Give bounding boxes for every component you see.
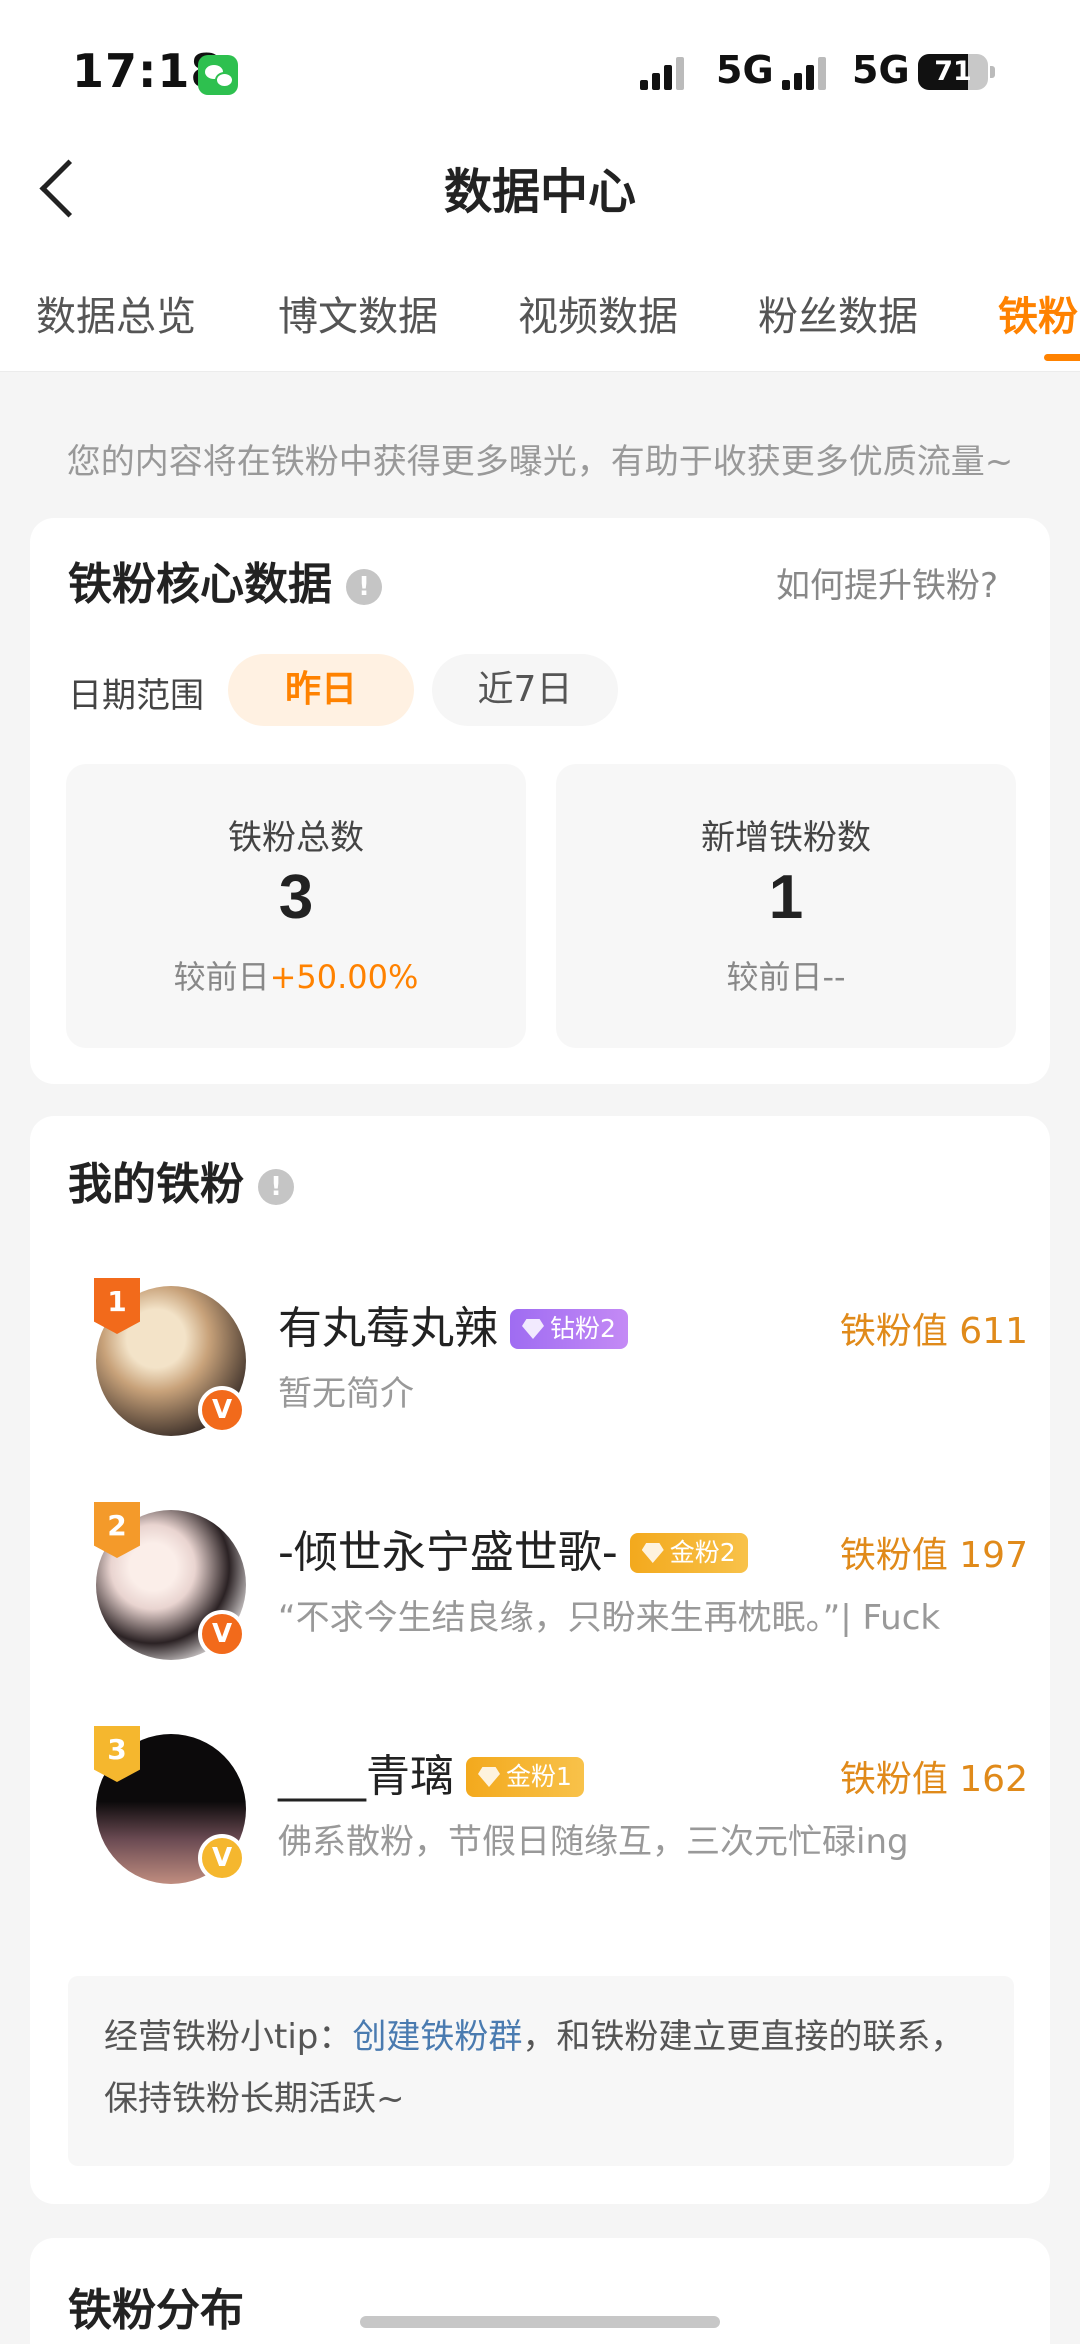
fan-tip: 经营铁粉小tip：创建铁粉群，和铁粉建立更直接的联系，保持铁粉长期活跃~: [68, 1976, 1014, 2166]
stat-total-fans: 铁粉总数 3 较前日+50.00%: [66, 764, 526, 1048]
tab-videos[interactable]: 视频数据: [518, 284, 678, 342]
tab-iron-fans[interactable]: 铁粉: [998, 284, 1078, 342]
tab-fans[interactable]: 粉丝数据: [758, 284, 918, 342]
range-7days[interactable]: 近7日: [432, 654, 618, 726]
tab-bar: 数据总览 博文数据 视频数据 粉丝数据 铁粉: [0, 278, 1080, 372]
wechat-notification-icon: [198, 55, 238, 95]
fan-name[interactable]: 有丸莓丸辣 钻粉2: [278, 1292, 628, 1356]
exposure-hint: 您的内容将在铁粉中获得更多曝光，有助于收获更多优质流量~: [66, 442, 1014, 482]
status-bar: 17:18 5G 5G 71: [0, 0, 1080, 150]
fan-bio: “不求今生结良缘，只盼来生再枕眠。”| Fuck: [278, 1598, 941, 1638]
my-fans-title: 我的铁粉!: [68, 1148, 294, 1212]
signal-icon: [782, 56, 826, 90]
home-indicator[interactable]: [360, 2316, 720, 2328]
date-range-label: 日期范围: [68, 676, 204, 716]
verified-badge-icon: V: [198, 1610, 246, 1658]
stat-compare: 较前日--: [726, 958, 846, 996]
create-fan-group-link[interactable]: 创建铁粉群: [352, 2017, 522, 2057]
fan-value: 铁粉值 197: [839, 1535, 1028, 1576]
fan-bio: 暂无简介: [278, 1374, 414, 1414]
diamond-icon: [522, 1319, 544, 1339]
network-label: 5G: [852, 48, 910, 92]
header-area: 17:18 5G 5G 71 数据中心 数据总览 博文数据 视频数据 粉丝数据 …: [0, 0, 1080, 372]
gold-gem-icon: [478, 1767, 500, 1787]
fan-distribution-title: 铁粉分布: [68, 2285, 244, 2336]
network-label: 5G: [716, 48, 774, 92]
fan-name[interactable]: ____青璃 金粉1: [278, 1740, 584, 1804]
page-title: 数据中心: [443, 164, 636, 220]
stat-label: 铁粉总数: [228, 818, 364, 858]
info-icon[interactable]: !: [346, 569, 382, 605]
gold-gem-icon: [641, 1543, 664, 1563]
verified-badge-icon: V: [198, 1386, 246, 1434]
stat-compare: 较前日+50.00%: [173, 958, 419, 996]
battery-icon: 71: [918, 54, 988, 90]
active-tab-indicator: [1044, 354, 1080, 361]
tab-posts[interactable]: 博文数据: [278, 284, 438, 342]
battery-tip: [990, 66, 995, 78]
fan-list-item[interactable]: 2 V -倾世永宁盛世歌- 金粉2 铁粉值 197 “不求今生结良缘，只盼来生再枕…: [68, 1496, 1028, 1666]
tab-overview[interactable]: 数据总览: [36, 284, 196, 342]
fan-bio: 佛系散粉，节假日随缘互，三次元忙碌ing: [278, 1822, 909, 1862]
signal-icon: [640, 56, 684, 90]
info-icon[interactable]: !: [258, 1169, 294, 1205]
core-data-title: 铁粉核心数据!: [68, 548, 382, 612]
stat-value: 1: [768, 863, 804, 932]
fan-name[interactable]: -倾世永宁盛世歌- 金粉2: [278, 1516, 748, 1580]
battery-level: 71: [934, 56, 972, 87]
stat-new-fans: 新增铁粉数 1 较前日--: [556, 764, 1016, 1048]
range-yesterday[interactable]: 昨日: [228, 654, 414, 726]
stat-label: 新增铁粉数: [701, 818, 871, 858]
fan-value: 铁粉值 611: [839, 1311, 1028, 1352]
fan-list-item[interactable]: 3 V ____青璃 金粉1 铁粉值 162 佛系散粉，节假日随缘互，三次元忙碌i…: [68, 1720, 1028, 1890]
fan-distribution-card: 铁粉分布: [30, 2238, 1050, 2344]
stat-value: 3: [278, 863, 314, 932]
how-to-improve-link[interactable]: 如何提升铁粉?: [776, 558, 998, 607]
fan-level-badge: 金粉1: [466, 1757, 584, 1797]
fan-value: 铁粉值 162: [839, 1759, 1028, 1800]
my-fans-card: 我的铁粉! 1 V 有丸莓丸辣 钻粉2 铁粉值 611 暂无简介 2 V -倾世永…: [30, 1116, 1050, 2204]
fan-level-badge: 金粉2: [629, 1533, 748, 1573]
fan-list-item[interactable]: 1 V 有丸莓丸辣 钻粉2 铁粉值 611 暂无简介: [68, 1272, 1028, 1442]
fan-level-badge: 钻粉2: [510, 1309, 628, 1349]
verified-badge-icon: V: [198, 1834, 246, 1882]
core-data-card: 铁粉核心数据! 如何提升铁粉? 日期范围 昨日 近7日 铁粉总数 3 较前日+5…: [30, 518, 1050, 1084]
